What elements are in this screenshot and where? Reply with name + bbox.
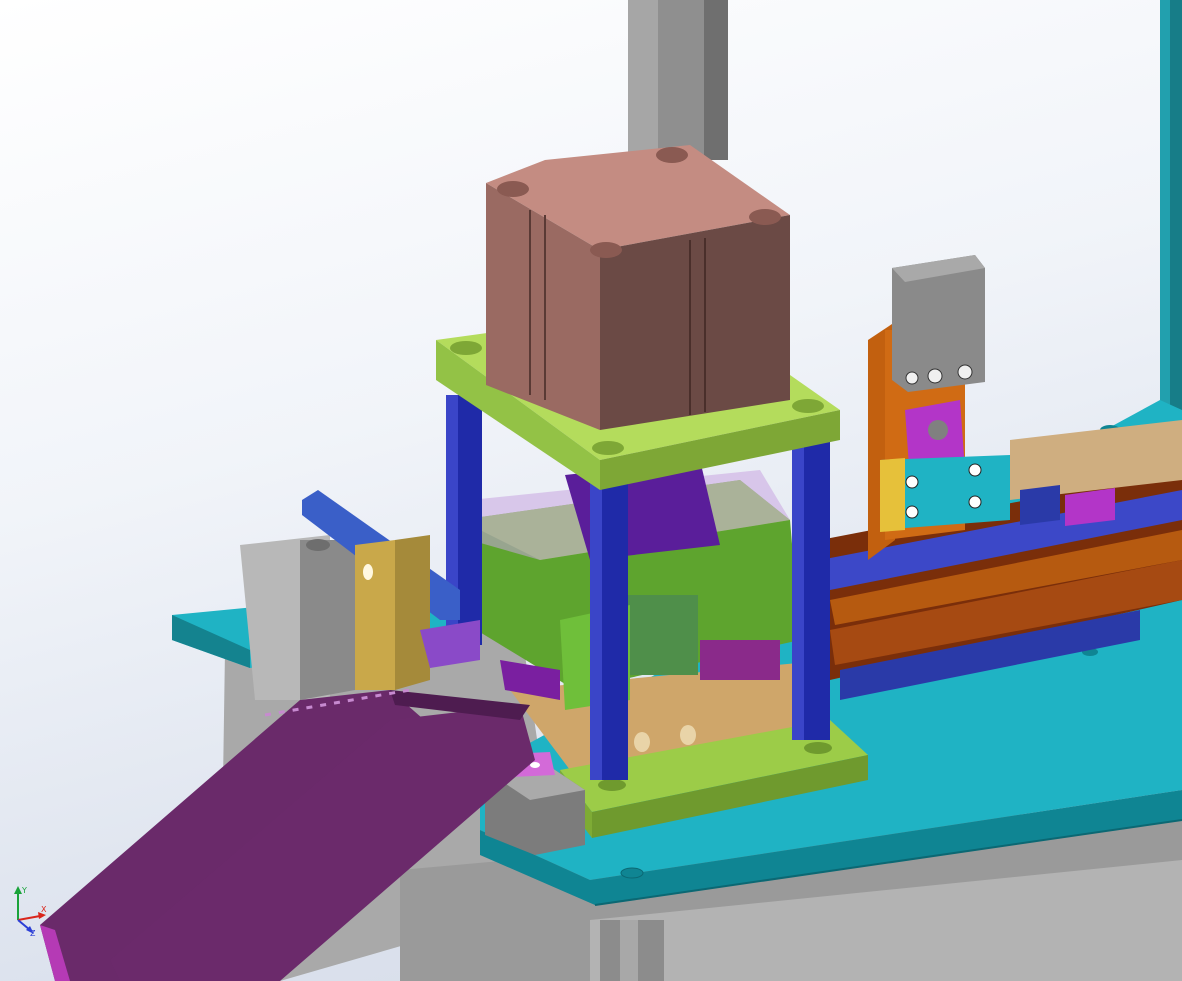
z-axis-label: Z xyxy=(30,929,36,936)
x-axis-label: X xyxy=(41,905,47,914)
press-cylinder xyxy=(486,145,790,430)
cad-viewport[interactable]: Y X Z xyxy=(0,0,1182,981)
sensor-housing xyxy=(892,255,985,392)
y-axis-label: Y xyxy=(21,886,27,895)
assembly-3d-view[interactable] xyxy=(0,0,1182,981)
frame-column-right xyxy=(1160,0,1182,430)
y-axis-arrow xyxy=(14,886,22,894)
x-axis-line xyxy=(17,915,41,921)
air-cylinder-left xyxy=(240,535,355,700)
frame-column-left xyxy=(628,0,728,160)
coordinate-triad: Y X Z xyxy=(14,886,47,936)
